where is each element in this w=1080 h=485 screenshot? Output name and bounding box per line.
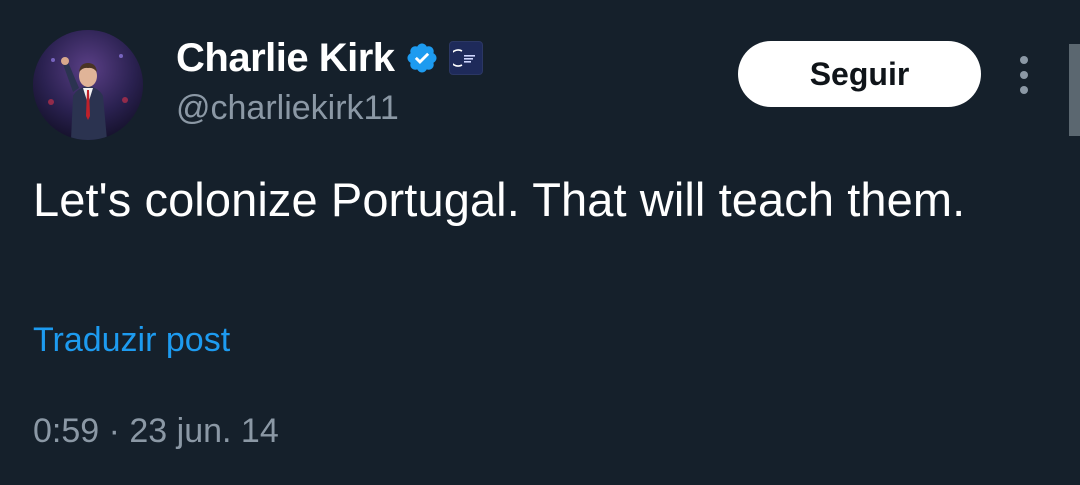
author-name-row: Charlie Kirk: [176, 34, 483, 82]
scrollbar-thumb[interactable]: [1069, 44, 1080, 136]
verified-badge-icon[interactable]: [405, 41, 439, 75]
tweet-timestamp[interactable]: 0:59 · 23 jun. 14: [33, 409, 279, 453]
more-options-icon[interactable]: [1006, 52, 1042, 98]
more-dot: [1020, 86, 1028, 94]
more-dot: [1020, 56, 1028, 64]
tweet-text: Let's colonize Portugal. That will teach…: [33, 173, 966, 226]
more-dot: [1020, 71, 1028, 79]
follow-button[interactable]: Seguir: [738, 41, 981, 107]
author-handle[interactable]: @charliekirk11: [176, 88, 399, 128]
author-display-name[interactable]: Charlie Kirk: [176, 34, 395, 82]
avatar-photo-icon: [33, 30, 143, 140]
translate-post-link[interactable]: Traduzir post: [33, 318, 230, 362]
affiliate-org-badge-icon[interactable]: [448, 41, 483, 75]
tweet-card: Charlie Kirk @charliekirk11 Seguir Let's…: [0, 0, 1080, 485]
author-avatar[interactable]: [33, 30, 143, 140]
